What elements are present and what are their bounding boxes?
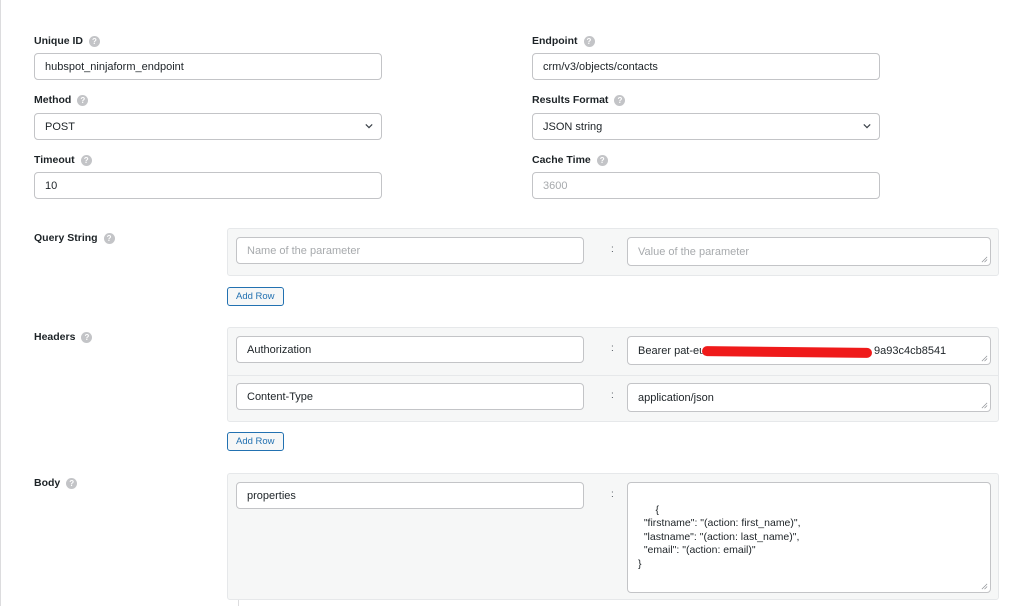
results-format-select-value: JSON string	[543, 120, 603, 133]
endpoint-input[interactable]: crm/v3/objects/contacts	[532, 53, 880, 80]
header-value-textarea[interactable]: application/json	[627, 383, 991, 412]
query-string-label: Query String ?	[34, 232, 115, 244]
separator: :	[611, 390, 614, 401]
settings-form: Unique ID ? hubspot_ninjaform_endpoint E…	[0, 0, 1024, 606]
results-format-label: Results Format ?	[532, 94, 626, 106]
resize-handle-icon[interactable]	[981, 402, 988, 409]
redaction-mark	[701, 346, 873, 358]
timeout-input[interactable]: 10	[34, 172, 382, 199]
query-add-row-button[interactable]: Add Row	[227, 287, 284, 306]
query-string-panel: Name of the parameter : Value of the par…	[227, 228, 999, 276]
help-icon[interactable]: ?	[103, 232, 115, 244]
help-icon[interactable]: ?	[81, 331, 93, 343]
timeout-label: Timeout ?	[34, 154, 92, 166]
chevron-down-icon	[863, 123, 871, 129]
header-name-input[interactable]: Content-Type	[236, 383, 584, 410]
help-icon[interactable]: ?	[89, 35, 100, 47]
header-value-textarea[interactable]: Bearer pat-eu1 9a93c4cb8541	[627, 336, 991, 365]
body-param-name-input[interactable]: properties	[236, 482, 584, 509]
help-icon[interactable]: ?	[614, 94, 626, 106]
unique-id-input[interactable]: hubspot_ninjaform_endpoint	[34, 53, 382, 80]
method-select-value: POST	[45, 120, 75, 133]
chevron-down-icon	[365, 123, 373, 129]
query-param-name-input[interactable]: Name of the parameter	[236, 237, 584, 264]
row-divider	[228, 375, 998, 376]
separator: :	[611, 489, 614, 500]
help-icon[interactable]: ?	[596, 154, 608, 166]
results-format-select[interactable]: JSON string	[532, 113, 880, 140]
help-icon[interactable]: ?	[77, 94, 89, 106]
query-param-value-textarea[interactable]: Value of the parameter	[627, 237, 991, 266]
headers-panel: Authorization : Bearer pat-eu1 9a93c4cb8…	[227, 327, 999, 422]
cache-time-input[interactable]: 3600	[532, 172, 880, 199]
cache-time-label: Cache Time ?	[532, 154, 608, 166]
body-label: Body ?	[34, 477, 78, 489]
method-label: Method ?	[34, 94, 89, 106]
method-select[interactable]: POST	[34, 113, 382, 140]
resize-handle-icon[interactable]	[981, 355, 988, 362]
header-name-input[interactable]: Authorization	[236, 336, 584, 363]
body-param-value-textarea[interactable]: { "firstname": "(action: first_name)", "…	[627, 482, 991, 593]
resize-handle-icon[interactable]	[981, 256, 988, 263]
headers-add-row-button[interactable]: Add Row	[227, 432, 284, 451]
body-panel: properties : { "firstname": "(action: fi…	[227, 473, 999, 600]
unique-id-label: Unique ID ?	[34, 35, 100, 47]
help-icon[interactable]: ?	[66, 477, 78, 489]
separator: :	[611, 244, 614, 255]
headers-label: Headers ?	[34, 331, 93, 343]
help-icon[interactable]: ?	[80, 154, 92, 166]
help-icon[interactable]: ?	[583, 35, 595, 47]
divider	[238, 600, 239, 606]
endpoint-label: Endpoint ?	[532, 35, 595, 47]
separator: :	[611, 343, 614, 354]
resize-handle-icon[interactable]	[981, 583, 988, 590]
